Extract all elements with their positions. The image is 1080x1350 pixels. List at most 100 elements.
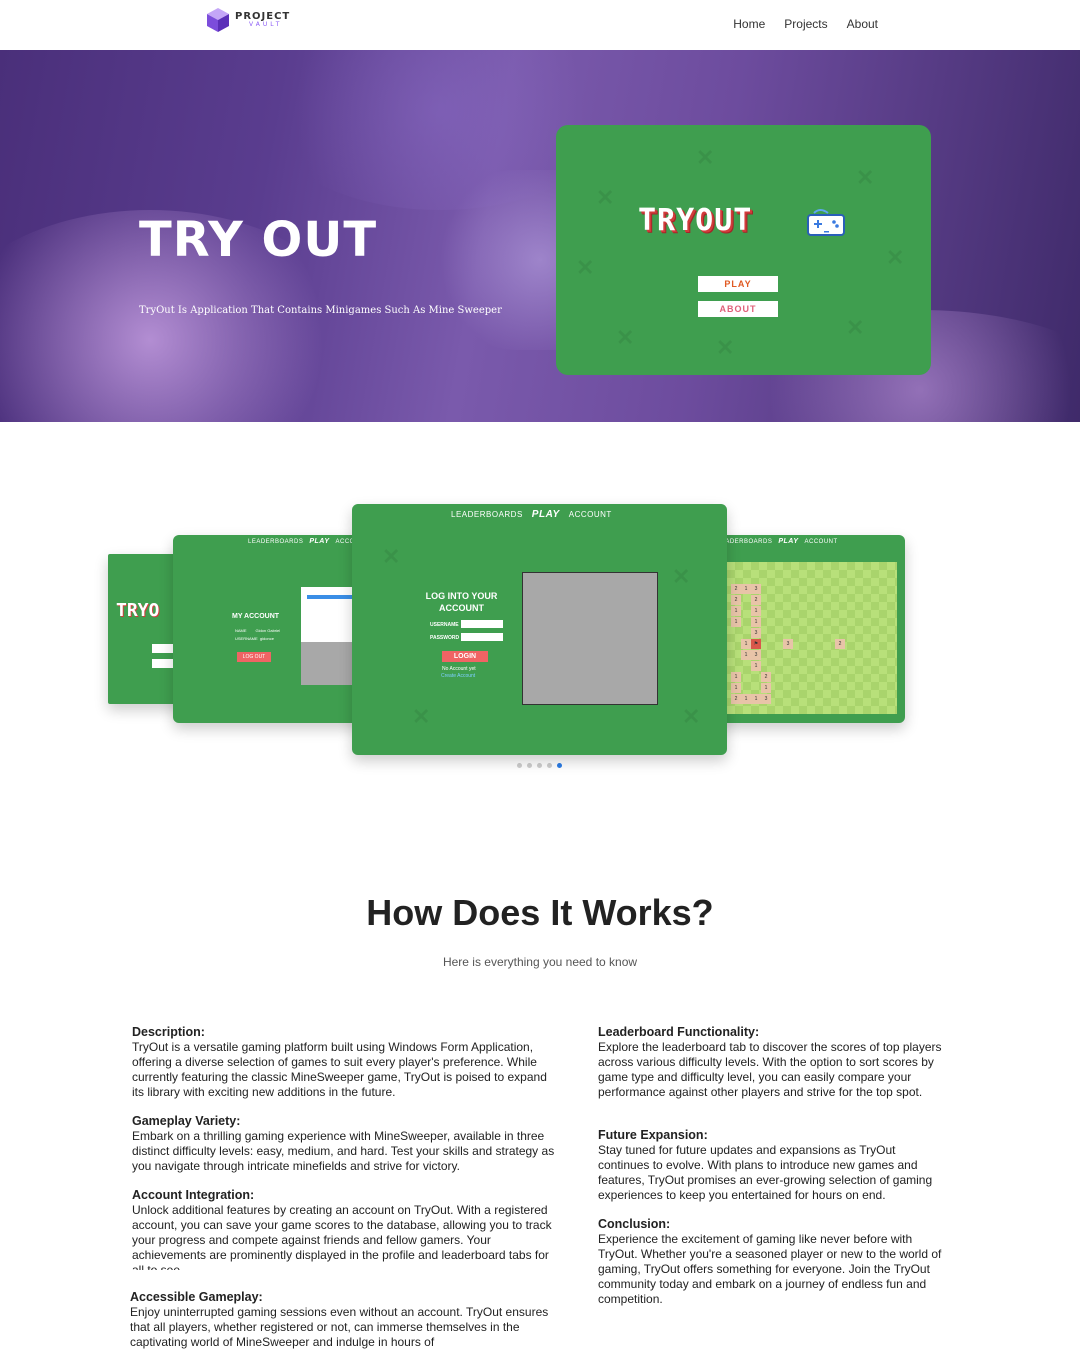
section-conclusion: Conclusion: Experience the excitement of… <box>598 1217 950 1307</box>
pattern-x-icon: ✕ <box>682 704 701 729</box>
password-input <box>461 633 503 641</box>
section-description: Description: TryOut is a versatile gamin… <box>132 1025 557 1100</box>
board-cell: 2 <box>751 595 761 605</box>
slide-nav: LEADERBOARDS PLAY ACCOUNT <box>451 509 612 520</box>
create-account-link: Create Account <box>441 673 476 679</box>
board-cell: 1 <box>731 617 741 627</box>
section-heading: Description: <box>132 1025 205 1039</box>
login-image-placeholder <box>522 572 658 705</box>
section-body: Embark on a thrilling gaming experience … <box>132 1129 555 1173</box>
pattern-x-icon: ✕ <box>616 325 635 350</box>
board-cell: 1 <box>731 672 741 682</box>
nav-link-projects[interactable]: Projects <box>784 17 827 31</box>
board-cell: 2 <box>731 595 741 605</box>
tryout-logo: TRYO <box>116 600 160 621</box>
board-cell: 1 <box>741 584 751 594</box>
board-cell: 2 <box>731 694 741 704</box>
board-cell: 1 <box>731 683 741 693</box>
username-field: USERNAME <box>430 620 503 628</box>
section-body: Experience the excitement of gaming like… <box>598 1232 942 1306</box>
section-body: Enjoy uninterrupted gaming sessions even… <box>130 1305 549 1349</box>
slide-nav-leaderboards: LEADERBOARDS <box>451 510 523 519</box>
pattern-x-icon: ✕ <box>696 145 715 170</box>
section-heading: Future Expansion: <box>598 1128 708 1142</box>
carousel-slide-login[interactable]: ✕ ✕ ✕ ✕ LEADERBOARDS PLAY ACCOUNT LOG INTO… <box>352 504 727 755</box>
board-cell: 1 <box>751 606 761 616</box>
tryout-logo: TRYOUT <box>638 203 753 238</box>
pattern-x-icon: ✕ <box>846 315 865 340</box>
pattern-x-icon: ✕ <box>596 185 615 210</box>
slide-nav-account: ACCOUNT <box>568 510 612 519</box>
carousel-slide-account[interactable]: LEADERBOARDSPLAYACCOUNT MY ACCOUNT NAME … <box>173 535 373 723</box>
section-body: Unlock additional features by creating a… <box>132 1203 552 1270</box>
board-cell: 2 <box>835 639 845 649</box>
account-name-label: NAME <box>235 628 247 633</box>
board-cell: 1 <box>741 650 751 660</box>
pattern-x-icon: ✕ <box>672 564 691 589</box>
play-button[interactable]: PLAY <box>698 276 778 292</box>
top-navbar: PROJECT VAULT Home Projects About <box>0 0 1080 50</box>
account-username-value: gidonce <box>259 636 274 641</box>
board-cell: 2 <box>731 584 741 594</box>
section-leaderboard: Leaderboard Functionality: Explore the l… <box>598 1025 950 1100</box>
login-button: LOGIN <box>442 651 488 662</box>
carousel-dot[interactable] <box>537 763 542 768</box>
board-cell: 1 <box>751 661 761 671</box>
carousel-dot[interactable] <box>547 763 552 768</box>
about-button[interactable]: ABOUT <box>698 301 778 317</box>
logo-text-vault: VAULT <box>249 21 283 28</box>
carousel-dot-active[interactable] <box>557 763 562 768</box>
section-heading: Gameplay Variety: <box>132 1114 241 1128</box>
carousel-dot[interactable] <box>517 763 522 768</box>
login-title: LOG INTO YOUR ACCOUNT <box>425 591 498 613</box>
nav-links: Home Projects About <box>733 17 878 31</box>
board-cell: 1 <box>751 694 761 704</box>
pattern-x-icon: ✕ <box>576 255 595 280</box>
section-future-expansion: Future Expansion: Stay tuned for future … <box>598 1128 950 1203</box>
board-cell: 3 <box>761 694 771 704</box>
section-body: TryOut is a versatile gaming platform bu… <box>132 1040 547 1099</box>
password-label: PASSWORD <box>430 635 460 641</box>
minesweeper-board: 2 1 3 2 2 1 1 1 1 3 1 ⚑ 3 2 1 3 1 1 2 1 … <box>727 562 897 714</box>
nav-link-home[interactable]: Home <box>733 17 765 31</box>
slide-nav: LEADERBOARDSPLAYACCOUNT <box>717 538 838 545</box>
hero-section: TRY OUT TryOut Is Application That Conta… <box>0 50 1080 422</box>
logout-button: LOG OUT <box>237 652 271 662</box>
section-accessible-gameplay: Accessible Gameplay: Enjoy uninterrupted… <box>130 1290 555 1350</box>
section-heading: Conclusion: <box>598 1217 671 1231</box>
account-name-value: Gidon Gabriel <box>255 628 281 633</box>
board-cell: 1 <box>741 694 751 704</box>
slide-nav-account: ACCOUNT <box>804 539 838 545</box>
tryout-preview-card: ✕ ✕ ✕ ✕ ✕ ✕ ✕ ✕ TRYOUT PLAY ABOUT <box>556 125 931 375</box>
nav-link-about[interactable]: About <box>847 17 878 31</box>
slide-nav-play: PLAY <box>531 509 560 520</box>
board-cell: 1 <box>731 606 741 616</box>
section-heading: Account Integration: <box>132 1188 255 1202</box>
hero-subtitle: TryOut Is Application That Contains Mini… <box>139 305 502 316</box>
project-vault-logo[interactable]: PROJECT VAULT <box>205 6 290 34</box>
flag-icon: ⚑ <box>751 639 761 649</box>
how-section-subtitle: Here is everything you need to know <box>442 955 638 969</box>
board-cell: 3 <box>751 628 761 638</box>
board-cell: 3 <box>751 650 761 660</box>
slide-nav-leaderboards: LEADERBOARDS <box>248 539 304 545</box>
board-cell: 1 <box>761 683 771 693</box>
pattern-x-icon: ✕ <box>856 165 875 190</box>
board-cell: 2 <box>761 672 771 682</box>
no-account-text: No Account yet <box>442 666 476 672</box>
slide-nav-play: PLAY <box>309 538 330 545</box>
slide-nav: LEADERBOARDSPLAYACCOUNT <box>248 538 369 545</box>
section-body: Stay tuned for future updates and expans… <box>598 1143 933 1202</box>
account-username-label: USERNAME <box>235 636 258 641</box>
pattern-x-icon: ✕ <box>886 245 905 270</box>
pattern-x-icon: ✕ <box>382 544 401 569</box>
carousel-dot[interactable] <box>527 763 532 768</box>
pattern-x-icon: ✕ <box>716 335 735 360</box>
section-body: Explore the leaderboard tab to discover … <box>598 1040 942 1099</box>
gamepad-icon <box>807 209 845 236</box>
section-heading: Accessible Gameplay: <box>130 1290 263 1304</box>
board-cell: 3 <box>751 584 761 594</box>
carousel-slide-minesweeper[interactable]: LEADERBOARDS PLAY ACCOUNT 2 1 3 2 2 1 1 1 … <box>707 535 905 723</box>
hero-title: TRY OUT <box>139 212 378 268</box>
section-gameplay-variety: Gameplay Variety: Embark on a thrilling … <box>132 1114 557 1174</box>
